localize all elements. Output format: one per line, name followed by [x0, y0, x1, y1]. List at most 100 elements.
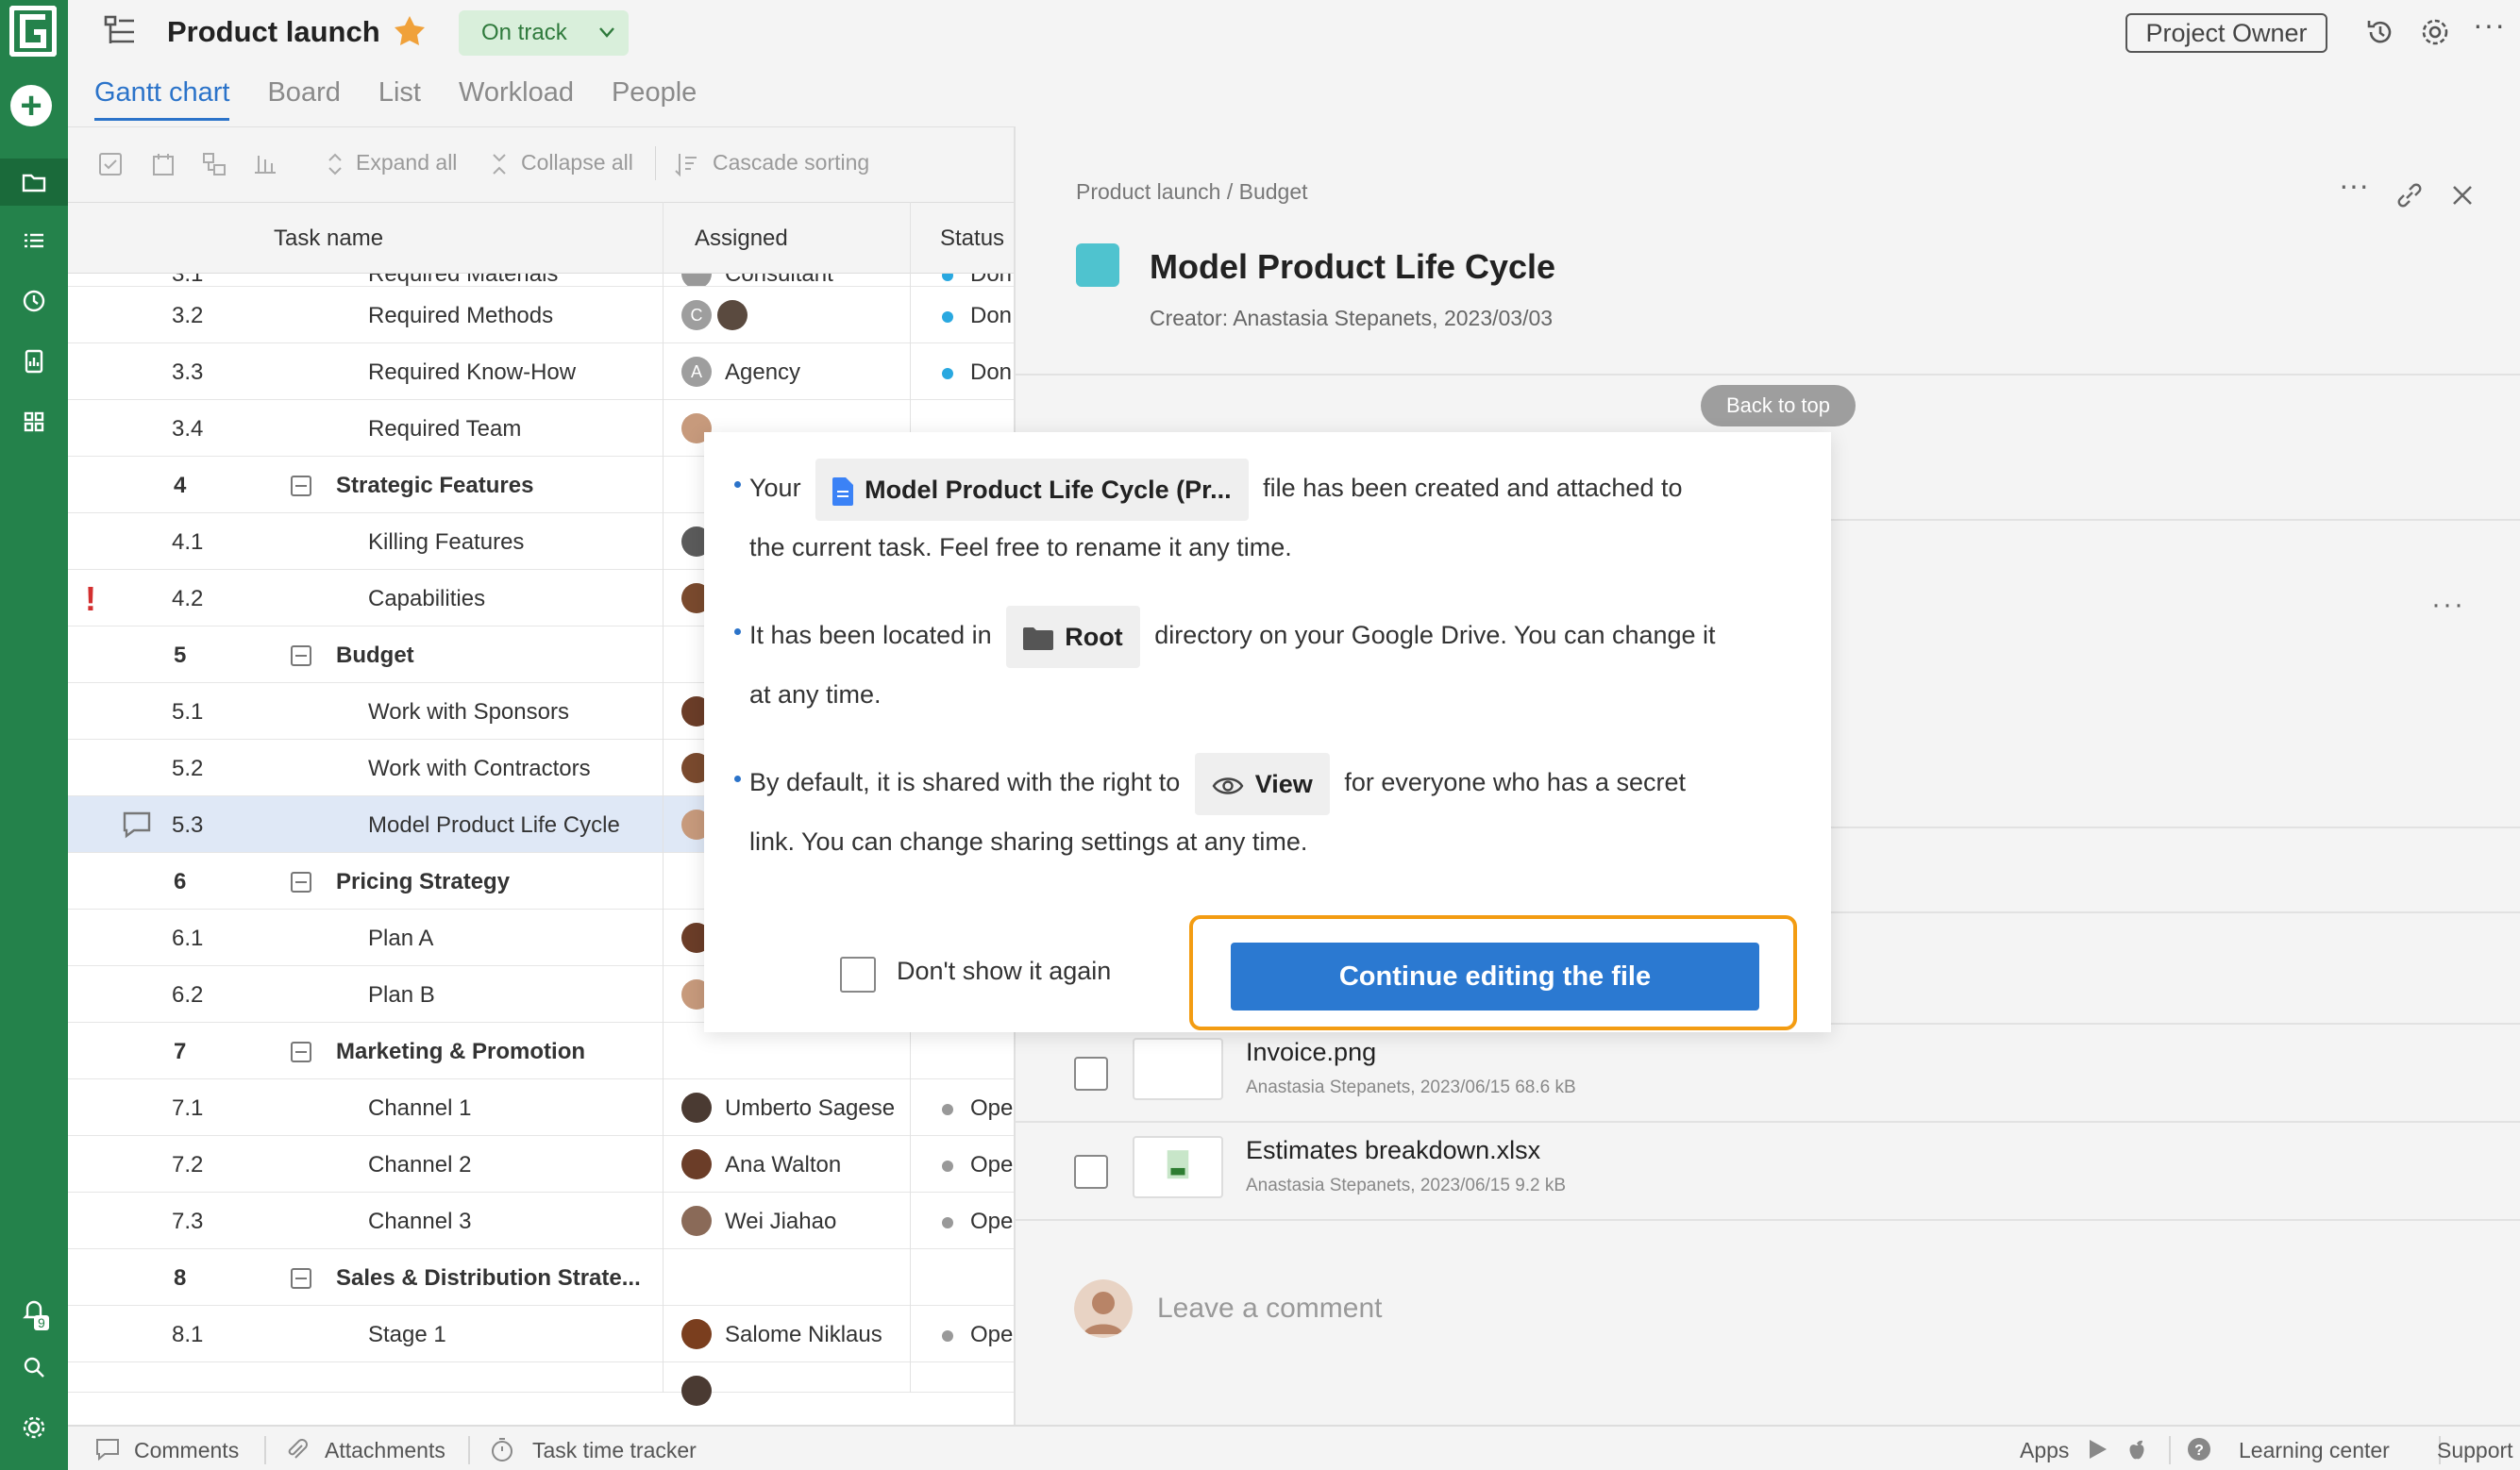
add-task-icon[interactable] — [149, 150, 177, 178]
tab-people[interactable]: People — [612, 77, 697, 121]
collapse-toggle[interactable] — [291, 476, 311, 496]
avatar — [1074, 1279, 1133, 1338]
footer-attachments[interactable]: Attachments — [325, 1438, 445, 1463]
project-owner-button[interactable]: Project Owner — [2125, 13, 2327, 53]
apps-grid-icon[interactable] — [0, 398, 68, 445]
create-new-button[interactable]: + — [10, 85, 52, 126]
column-status[interactable]: Status — [940, 226, 1004, 252]
more-options-icon[interactable]: ··· — [2473, 8, 2506, 42]
favorite-star-icon[interactable] — [392, 13, 428, 49]
table-row[interactable] — [68, 1362, 1014, 1406]
column-assigned[interactable]: Assigned — [695, 226, 788, 252]
projects-icon[interactable] — [0, 159, 68, 206]
footer-time-tracker[interactable]: Task time tracker — [532, 1438, 697, 1463]
history-icon[interactable] — [2363, 15, 2397, 49]
copy-link-icon[interactable] — [2394, 179, 2426, 211]
footer-learning-center[interactable]: Learning center — [2239, 1438, 2390, 1463]
attachment-checkbox[interactable] — [1074, 1057, 1108, 1091]
back-to-top-button[interactable]: Back to top — [1701, 385, 1856, 426]
sort-icon[interactable] — [672, 150, 700, 178]
collapse-toggle[interactable] — [291, 645, 311, 666]
collapse-all-button[interactable]: Collapse all — [521, 150, 633, 175]
collapse-toggle[interactable] — [291, 872, 311, 893]
permission-chip[interactable]: View — [1194, 753, 1330, 815]
expand-all-button[interactable]: Expand all — [356, 150, 457, 175]
status-dot — [942, 311, 953, 323]
stopwatch-icon — [492, 1438, 512, 1462]
bullet-text: Your — [749, 474, 801, 503]
collapse-toggle[interactable] — [291, 1042, 311, 1062]
more-options-icon[interactable]: ··· — [2339, 168, 2369, 203]
tab-board[interactable]: Board — [267, 77, 340, 121]
bullet-text: the current task. Feel free to rename it… — [749, 533, 1292, 561]
tab-list[interactable]: List — [378, 77, 421, 121]
table-row[interactable]: 8 Sales & Distribution Strate... — [68, 1249, 1014, 1306]
image-thumbnail[interactable] — [1133, 1038, 1223, 1100]
close-icon[interactable] — [2446, 179, 2478, 211]
task-number: 3.4 — [172, 416, 204, 442]
footer-support[interactable]: Support — [2437, 1438, 2513, 1463]
breadcrumb[interactable]: Product launch / Budget — [1076, 179, 1308, 205]
spreadsheet-thumbnail[interactable] — [1133, 1136, 1223, 1198]
comment-icon[interactable] — [121, 810, 153, 840]
comment-input[interactable]: Leave a comment — [1157, 1293, 1382, 1325]
table-row[interactable]: 7.2 Channel 2 Ana Walton Ope — [68, 1136, 1014, 1193]
settings-gear-icon[interactable] — [0, 1404, 68, 1451]
attachment-checkbox[interactable] — [1074, 1155, 1108, 1189]
tab-gantt-chart[interactable]: Gantt chart — [94, 77, 230, 121]
collapse-toggle[interactable] — [291, 1268, 311, 1289]
attachment-name[interactable]: Estimates breakdown.xlsx — [1246, 1136, 1540, 1165]
task-number: 5 — [174, 643, 187, 668]
app-logo-icon[interactable] — [9, 6, 57, 57]
task-title[interactable]: Model Product Life Cycle — [1150, 247, 1555, 287]
folder-chip[interactable]: Root — [1006, 606, 1140, 668]
select-checkbox-icon[interactable] — [96, 150, 125, 178]
table-row[interactable]: 7.1 Channel 1 Umberto Sagese Ope — [68, 1079, 1014, 1136]
footer-separator — [468, 1436, 470, 1464]
task-number: 4 — [174, 473, 187, 498]
table-row[interactable]: 7.3 Channel 3 Wei Jiahao Ope — [68, 1193, 1014, 1249]
task-color-swatch[interactable] — [1076, 243, 1119, 287]
add-milestone-icon[interactable] — [251, 150, 279, 178]
google-play-icon[interactable] — [2084, 1436, 2110, 1462]
svg-text:?: ? — [2194, 1443, 2204, 1459]
task-name: Work with Contractors — [368, 756, 591, 781]
table-row[interactable]: 3.2 Required Methods C Don — [68, 287, 1014, 343]
dont-show-again-label[interactable]: Don't show it again — [897, 957, 1111, 986]
more-options-icon[interactable]: ··· — [2431, 589, 2465, 621]
table-row[interactable]: 3.3 Required Know-How A Agency Don — [68, 343, 1014, 400]
column-task-name[interactable]: Task name — [274, 226, 383, 252]
add-subtask-icon[interactable] — [200, 150, 228, 178]
dont-show-again-checkbox[interactable] — [840, 957, 876, 993]
app-root: + 9 Product launch On track Project Owne… — [0, 0, 2520, 1470]
cascade-sorting-button[interactable]: Cascade sorting — [713, 150, 869, 175]
project-status-dropdown[interactable]: On track — [459, 10, 629, 56]
footer-apps[interactable]: Apps — [2020, 1438, 2069, 1463]
reports-icon[interactable] — [0, 338, 68, 385]
continue-editing-button[interactable]: Continue editing the file — [1231, 943, 1759, 1011]
attachment-name[interactable]: Invoice.png — [1246, 1038, 1376, 1067]
search-icon[interactable] — [0, 1344, 68, 1391]
tab-workload[interactable]: Workload — [459, 77, 574, 121]
collapse-all-icon[interactable] — [485, 150, 513, 178]
notifications-icon[interactable]: 9 — [0, 1287, 68, 1334]
task-name: Model Product Life Cycle — [368, 812, 620, 838]
bullet-text: at any time. — [749, 680, 882, 709]
footer-comments[interactable]: Comments — [134, 1438, 239, 1463]
list-icon[interactable] — [0, 217, 68, 264]
attachment-row[interactable]: Estimates breakdown.xlsx Anastasia Stepa… — [1016, 1121, 2520, 1217]
notification-count-badge: 9 — [34, 1315, 49, 1330]
file-chip[interactable]: Model Product Life Cycle (Pr... — [815, 459, 1249, 521]
project-settings-icon[interactable] — [2418, 15, 2452, 49]
expand-all-icon[interactable] — [321, 150, 349, 178]
task-name: Channel 2 — [368, 1152, 472, 1178]
apple-icon[interactable] — [2124, 1436, 2150, 1462]
bullet-text: link. You can change sharing settings at… — [749, 827, 1308, 856]
clock-icon[interactable] — [0, 277, 68, 325]
status-text: Ope — [970, 1322, 1014, 1347]
table-row[interactable]: 3.1 Required Materials Consultant Don — [68, 274, 1014, 287]
task-name: Channel 1 — [368, 1095, 472, 1121]
attachment-row[interactable]: Invoice.png Anastasia Stepanets, 2023/06… — [1016, 1023, 2520, 1119]
table-row[interactable]: 8.1 Stage 1 Salome Niklaus Ope — [68, 1306, 1014, 1362]
footer-separator — [264, 1436, 266, 1464]
